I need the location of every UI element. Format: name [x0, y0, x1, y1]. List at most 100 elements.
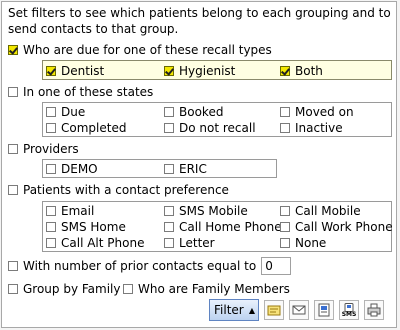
providers-toggle[interactable]: Providers	[8, 142, 79, 156]
pref-call-mobile-label: Call Mobile	[295, 204, 361, 218]
state-inactive-checkbox[interactable]	[280, 123, 290, 133]
contact-pref-toggle[interactable]: Patients with a contact preference	[8, 183, 229, 197]
state-inactive-option[interactable]: Inactive	[280, 121, 343, 135]
state-booked-option[interactable]: Booked	[164, 105, 223, 119]
pref-call-alt-option[interactable]: Call Alt Phone	[46, 236, 144, 250]
state-due-checkbox[interactable]	[46, 107, 56, 117]
provider-demo-option[interactable]: DEMO	[46, 162, 98, 176]
state-do-not-recall-option[interactable]: Do not recall	[164, 121, 256, 135]
state-booked-checkbox[interactable]	[164, 107, 174, 117]
filter-button[interactable]: Filter ▲	[209, 299, 259, 321]
filter-panel: Set filters to see which patients belong…	[1, 1, 397, 328]
state-do-not-recall-checkbox[interactable]	[164, 123, 174, 133]
pref-email-option[interactable]: Email	[46, 204, 94, 218]
envelope-button[interactable]	[289, 300, 309, 320]
recall-types-label: Who are due for one of these recall type…	[23, 43, 272, 57]
pref-email-checkbox[interactable]	[46, 206, 56, 216]
group-by-family-toggle[interactable]: Group by Family	[8, 282, 121, 296]
contact-pref-label: Patients with a contact preference	[23, 183, 229, 197]
state-due-label: Due	[61, 105, 86, 119]
recall-hygienist-checkbox[interactable]	[164, 66, 174, 76]
filter-description: Set filters to see which patients belong…	[8, 6, 391, 36]
pref-none-checkbox[interactable]	[280, 238, 290, 248]
pref-email-label: Email	[61, 204, 95, 218]
prior-contacts-checkbox[interactable]	[8, 261, 18, 271]
bottom-toolbar: Filter ▲ SMS	[2, 298, 396, 326]
group-by-family-checkbox[interactable]	[8, 284, 18, 294]
mail-merge-icon	[317, 303, 331, 317]
pref-letter-checkbox[interactable]	[164, 238, 174, 248]
pref-sms-mobile-option[interactable]: SMS Mobile	[164, 204, 248, 218]
recall-dentist-option[interactable]: Dentist	[46, 64, 104, 78]
family-members-checkbox[interactable]	[123, 284, 133, 294]
states-group: Due Booked Moved on Completed Do not rec…	[42, 102, 392, 137]
group-by-family-label: Group by Family	[23, 282, 121, 296]
pref-letter-label: Letter	[179, 236, 215, 250]
recall-types-toggle[interactable]: Who are due for one of these recall type…	[8, 43, 272, 57]
state-booked-label: Booked	[179, 105, 224, 119]
state-due-option[interactable]: Due	[46, 105, 85, 119]
recall-both-option[interactable]: Both	[280, 64, 323, 78]
pref-call-home-checkbox[interactable]	[164, 222, 174, 232]
recall-dentist-checkbox[interactable]	[46, 66, 56, 76]
prior-contacts-input[interactable]: 0	[261, 257, 292, 275]
sms-label: SMS	[341, 310, 357, 318]
chevron-up-icon: ▲	[248, 306, 255, 315]
pref-call-alt-checkbox[interactable]	[46, 238, 56, 248]
providers-checkbox[interactable]	[8, 144, 18, 154]
pref-sms-mobile-checkbox[interactable]	[164, 206, 174, 216]
state-inactive-label: Inactive	[295, 121, 343, 135]
filter-button-label: Filter	[214, 303, 244, 317]
pref-call-mobile-checkbox[interactable]	[280, 206, 290, 216]
print-button[interactable]	[364, 300, 384, 320]
state-moved-on-checkbox[interactable]	[280, 107, 290, 117]
state-do-not-recall-label: Do not recall	[179, 121, 256, 135]
state-completed-checkbox[interactable]	[46, 123, 56, 133]
contact-pref-group: Email SMS Mobile Call Mobile SMS Home Ca…	[42, 201, 393, 252]
pref-letter-option[interactable]: Letter	[164, 236, 215, 250]
recall-dentist-label: Dentist	[61, 64, 105, 78]
printer-icon	[367, 303, 381, 317]
provider-eric-checkbox[interactable]	[164, 164, 174, 174]
provider-eric-option[interactable]: ERIC	[164, 162, 207, 176]
recall-types-checkbox[interactable]	[8, 45, 18, 55]
states-checkbox[interactable]	[8, 87, 18, 97]
pref-none-option[interactable]: None	[280, 236, 326, 250]
pref-call-mobile-option[interactable]: Call Mobile	[280, 204, 361, 218]
state-completed-label: Completed	[61, 121, 127, 135]
states-toggle[interactable]: In one of these states	[8, 85, 153, 99]
states-label: In one of these states	[23, 85, 154, 99]
provider-demo-checkbox[interactable]	[46, 164, 56, 174]
pref-call-work-option[interactable]: Call Work Phone	[280, 220, 393, 234]
state-moved-on-option[interactable]: Moved on	[280, 105, 354, 119]
pref-call-work-checkbox[interactable]	[280, 222, 290, 232]
pref-sms-home-checkbox[interactable]	[46, 222, 56, 232]
pref-sms-home-label: SMS Home	[61, 220, 126, 234]
recall-both-label: Both	[295, 64, 323, 78]
mail-merge-button[interactable]	[314, 300, 334, 320]
recall-both-checkbox[interactable]	[280, 66, 290, 76]
providers-group: DEMO ERIC	[42, 159, 277, 178]
pref-call-work-label: Call Work Phone	[295, 220, 393, 234]
pref-call-home-option[interactable]: Call Home Phone	[164, 220, 282, 234]
recall-types-group: Dentist Hygienist Both	[42, 60, 392, 80]
family-members-label: Who are Family Members	[138, 282, 290, 296]
pref-call-home-label: Call Home Phone	[179, 220, 282, 234]
recall-hygienist-label: Hygienist	[179, 64, 236, 78]
prior-contacts-toggle[interactable]: With number of prior contacts equal to 0	[8, 257, 292, 275]
pref-sms-home-option[interactable]: SMS Home	[46, 220, 126, 234]
sms-button[interactable]: SMS	[339, 300, 359, 320]
prior-contacts-label: With number of prior contacts equal to	[23, 259, 257, 273]
provider-eric-label: ERIC	[179, 162, 207, 176]
pref-sms-mobile-label: SMS Mobile	[179, 204, 248, 218]
contact-pref-checkbox[interactable]	[8, 185, 18, 195]
envelope-icon	[292, 303, 306, 317]
recall-hygienist-option[interactable]: Hygienist	[164, 64, 235, 78]
label-print-icon	[267, 303, 281, 317]
pref-call-alt-label: Call Alt Phone	[61, 236, 145, 250]
family-members-toggle[interactable]: Who are Family Members	[123, 282, 290, 296]
label-print-button[interactable]	[264, 300, 284, 320]
providers-label: Providers	[23, 142, 79, 156]
sms-icon: SMS	[341, 302, 357, 318]
state-completed-option[interactable]: Completed	[46, 121, 126, 135]
